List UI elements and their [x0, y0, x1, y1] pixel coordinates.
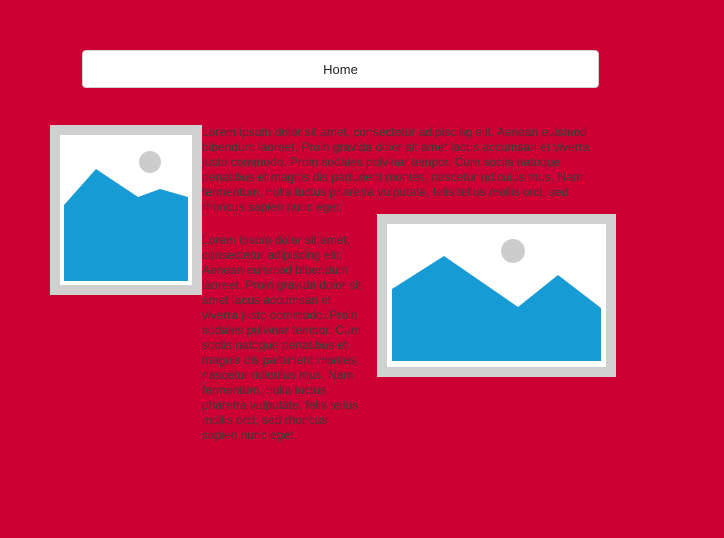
image-placeholder-icon [387, 224, 606, 367]
paragraph-text: Lorem ipsum dolor sit amet, consectetur … [202, 233, 362, 442]
image-placeholder [50, 125, 202, 295]
paragraph-text: Lorem ipsum dolor sit amet, consectetur … [202, 125, 590, 214]
image-placeholder [377, 214, 616, 377]
home-button[interactable]: Home [82, 50, 599, 88]
image-placeholder-icon [60, 135, 192, 285]
